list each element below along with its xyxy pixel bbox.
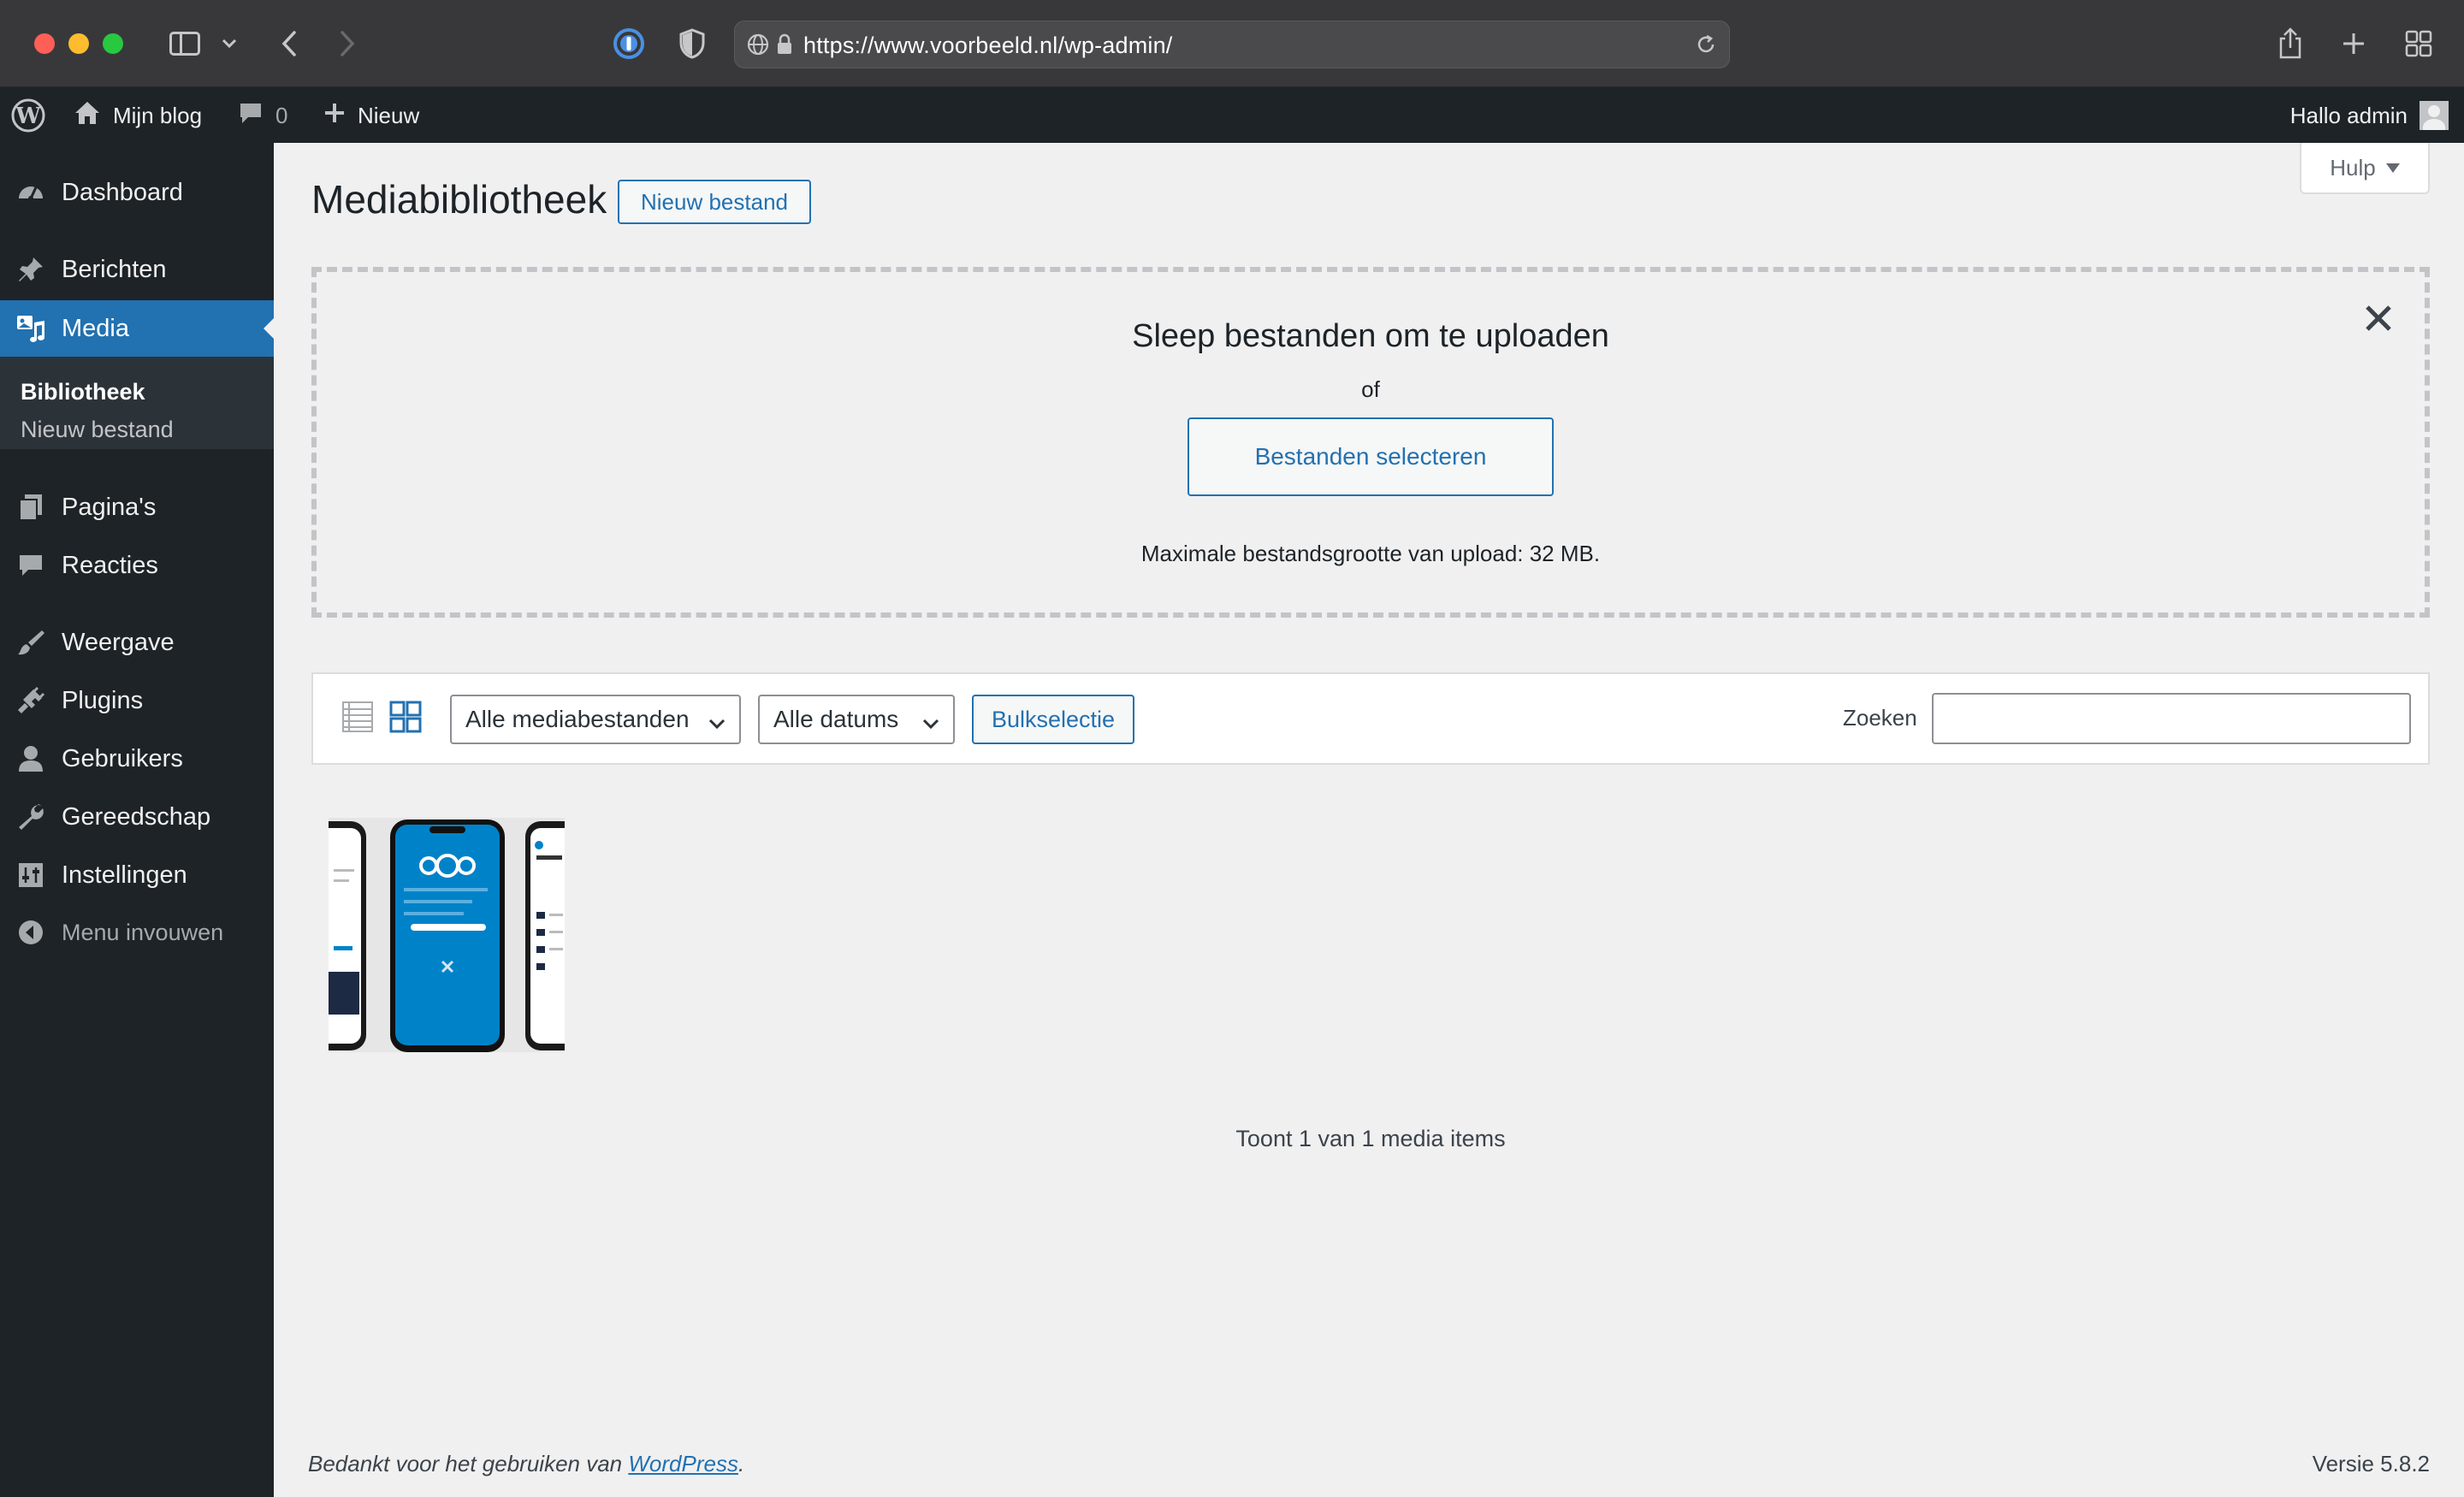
sidebar-item-comments[interactable]: Reacties (0, 537, 274, 594)
sidebar-item-label: Gereedschap (62, 802, 211, 831)
chevron-down-icon (708, 711, 726, 738)
sidebar-item-media[interactable]: Media (0, 300, 274, 357)
forward-icon[interactable] (330, 24, 364, 63)
howdy-text: Hallo admin (2289, 102, 2408, 128)
site-name: Mijn blog (113, 102, 203, 128)
max-upload-size: Maximale bestandsgrootte van upload: 32 … (1140, 541, 1601, 566)
admin-bar-account[interactable]: Hallo admin (2290, 88, 2449, 143)
footer-thanks-suffix: . (737, 1451, 745, 1476)
comment-bubble-icon (238, 101, 264, 131)
filter-media-type-value: Alle mediabestanden (465, 706, 690, 732)
admin-bar-site[interactable]: Mijn blog (74, 88, 202, 143)
collapse-menu-button[interactable]: Menu invouwen (0, 904, 274, 961)
media-thumbnail[interactable] (329, 818, 565, 1052)
lock-icon (776, 33, 793, 60)
chevron-down-icon (922, 711, 939, 738)
submenu-add-new[interactable]: Nieuw bestand (21, 417, 174, 443)
media-icon (0, 314, 62, 343)
wrench-icon (0, 802, 62, 831)
submenu-library[interactable]: Bibliotheek (21, 379, 145, 405)
collapse-arrow-icon (0, 919, 62, 946)
sidebar-item-label: Reacties (62, 551, 158, 579)
new-label: Nieuw (358, 102, 420, 128)
user-icon (0, 744, 62, 773)
add-new-media-button[interactable]: Nieuw bestand (618, 180, 811, 224)
plugin-icon (0, 686, 62, 715)
back-icon[interactable] (272, 24, 306, 63)
sidebar-item-label: Plugins (62, 686, 144, 714)
sidebar-item-pages[interactable]: Pagina's (0, 479, 274, 535)
sidebar-item-users[interactable]: Gebruikers (0, 731, 274, 787)
sidebar-item-dashboard[interactable]: Dashboard (0, 164, 274, 221)
admin-bar-comments[interactable]: 0 (238, 88, 287, 143)
tab-overview-icon[interactable] (2399, 24, 2438, 63)
brush-icon (0, 628, 62, 657)
plus-icon (323, 102, 346, 130)
comments-count: 0 (275, 102, 288, 128)
sidebar-item-plugins[interactable]: Plugins (0, 672, 274, 729)
footer-version: Versie 5.8.2 (2312, 1451, 2430, 1476)
list-view-icon[interactable] (341, 700, 375, 734)
bulk-select-button[interactable]: Bulkselectie (972, 695, 1134, 744)
search-label: Zoeken (1843, 705, 1917, 731)
shield-icon[interactable] (672, 24, 712, 63)
upload-instructions: Sleep bestanden om te uploaden (1132, 318, 1609, 354)
grid-view-icon[interactable] (388, 700, 423, 734)
new-tab-icon[interactable] (2334, 24, 2373, 63)
sidebar-item-tools[interactable]: Gereedschap (0, 789, 274, 845)
footer-thanks-prefix: Bedankt voor het gebruiken van (308, 1451, 623, 1476)
address-bar[interactable]: https://www.voorbeeld.nl/wp-admin/ (734, 21, 1730, 68)
browser-toolbar: https://www.voorbeeld.nl/wp-admin/ (0, 0, 2464, 88)
settings-icon (0, 861, 62, 889)
sidebar-item-settings[interactable]: Instellingen (0, 847, 274, 903)
sidebar-item-label: Weergave (62, 628, 175, 656)
url-text: https://www.voorbeeld.nl/wp-admin/ (803, 33, 1173, 58)
wp-admin-bar: W Mijn blog 0 Nieuw Hallo admin (0, 88, 2464, 143)
wordpress-logo-icon[interactable]: W (10, 88, 46, 143)
pages-icon (0, 493, 62, 522)
sidebar-item-label: Instellingen (62, 861, 187, 889)
sidebar-item-label: Dashboard (62, 178, 183, 206)
reload-icon[interactable] (1695, 33, 1717, 60)
pin-icon (0, 255, 62, 284)
globe-icon (747, 33, 769, 60)
footer-thanks: Bedankt voor het gebruiken van WordPress… (308, 1451, 744, 1477)
chevron-down-icon[interactable] (219, 24, 240, 63)
avatar (2420, 101, 2449, 130)
zoom-window-button[interactable] (103, 33, 123, 54)
sidebar-item-appearance[interactable]: Weergave (0, 614, 274, 671)
sidebar-item-label: Gebruikers (62, 744, 183, 772)
password-manager-icon[interactable] (609, 24, 649, 63)
collapse-menu-label: Menu invouwen (62, 919, 224, 945)
admin-bar-new[interactable]: Nieuw (323, 88, 419, 143)
comments-icon (0, 553, 62, 578)
minimize-window-button[interactable] (68, 33, 89, 54)
wordpress-link[interactable]: WordPress (628, 1451, 738, 1476)
media-count: Toont 1 van 1 media items (1235, 1126, 1506, 1151)
media-submenu: Bibliotheek Nieuw bestand (0, 357, 274, 449)
sidebar-toggle-icon[interactable] (168, 24, 202, 63)
close-window-button[interactable] (34, 33, 55, 54)
filter-media-type-select[interactable]: Alle mediabestanden (450, 695, 741, 744)
page-title: Mediabibliotheek (311, 177, 607, 222)
upload-or: of (1361, 376, 1380, 402)
svg-text:W: W (15, 104, 41, 129)
sidebar-item-posts[interactable]: Berichten (0, 241, 274, 298)
caret-down-icon (2385, 163, 2400, 173)
share-icon[interactable] (2271, 24, 2310, 63)
search-input[interactable] (1932, 693, 2411, 744)
help-tab-button[interactable]: Hulp (2300, 143, 2430, 194)
help-label: Hulp (2330, 154, 2376, 180)
dashboard-icon (0, 178, 62, 207)
home-icon (74, 100, 101, 132)
filter-date-select[interactable]: Alle datums (758, 695, 955, 744)
sidebar-item-label: Media (62, 314, 129, 342)
filter-date-value: Alle datums (773, 706, 899, 732)
sidebar-item-label: Pagina's (62, 493, 157, 521)
admin-sidebar: Dashboard Berichten Media Bibliotheek Ni… (0, 143, 274, 1497)
select-files-button[interactable]: Bestanden selecteren (1188, 417, 1554, 496)
sidebar-item-label: Berichten (62, 255, 167, 283)
